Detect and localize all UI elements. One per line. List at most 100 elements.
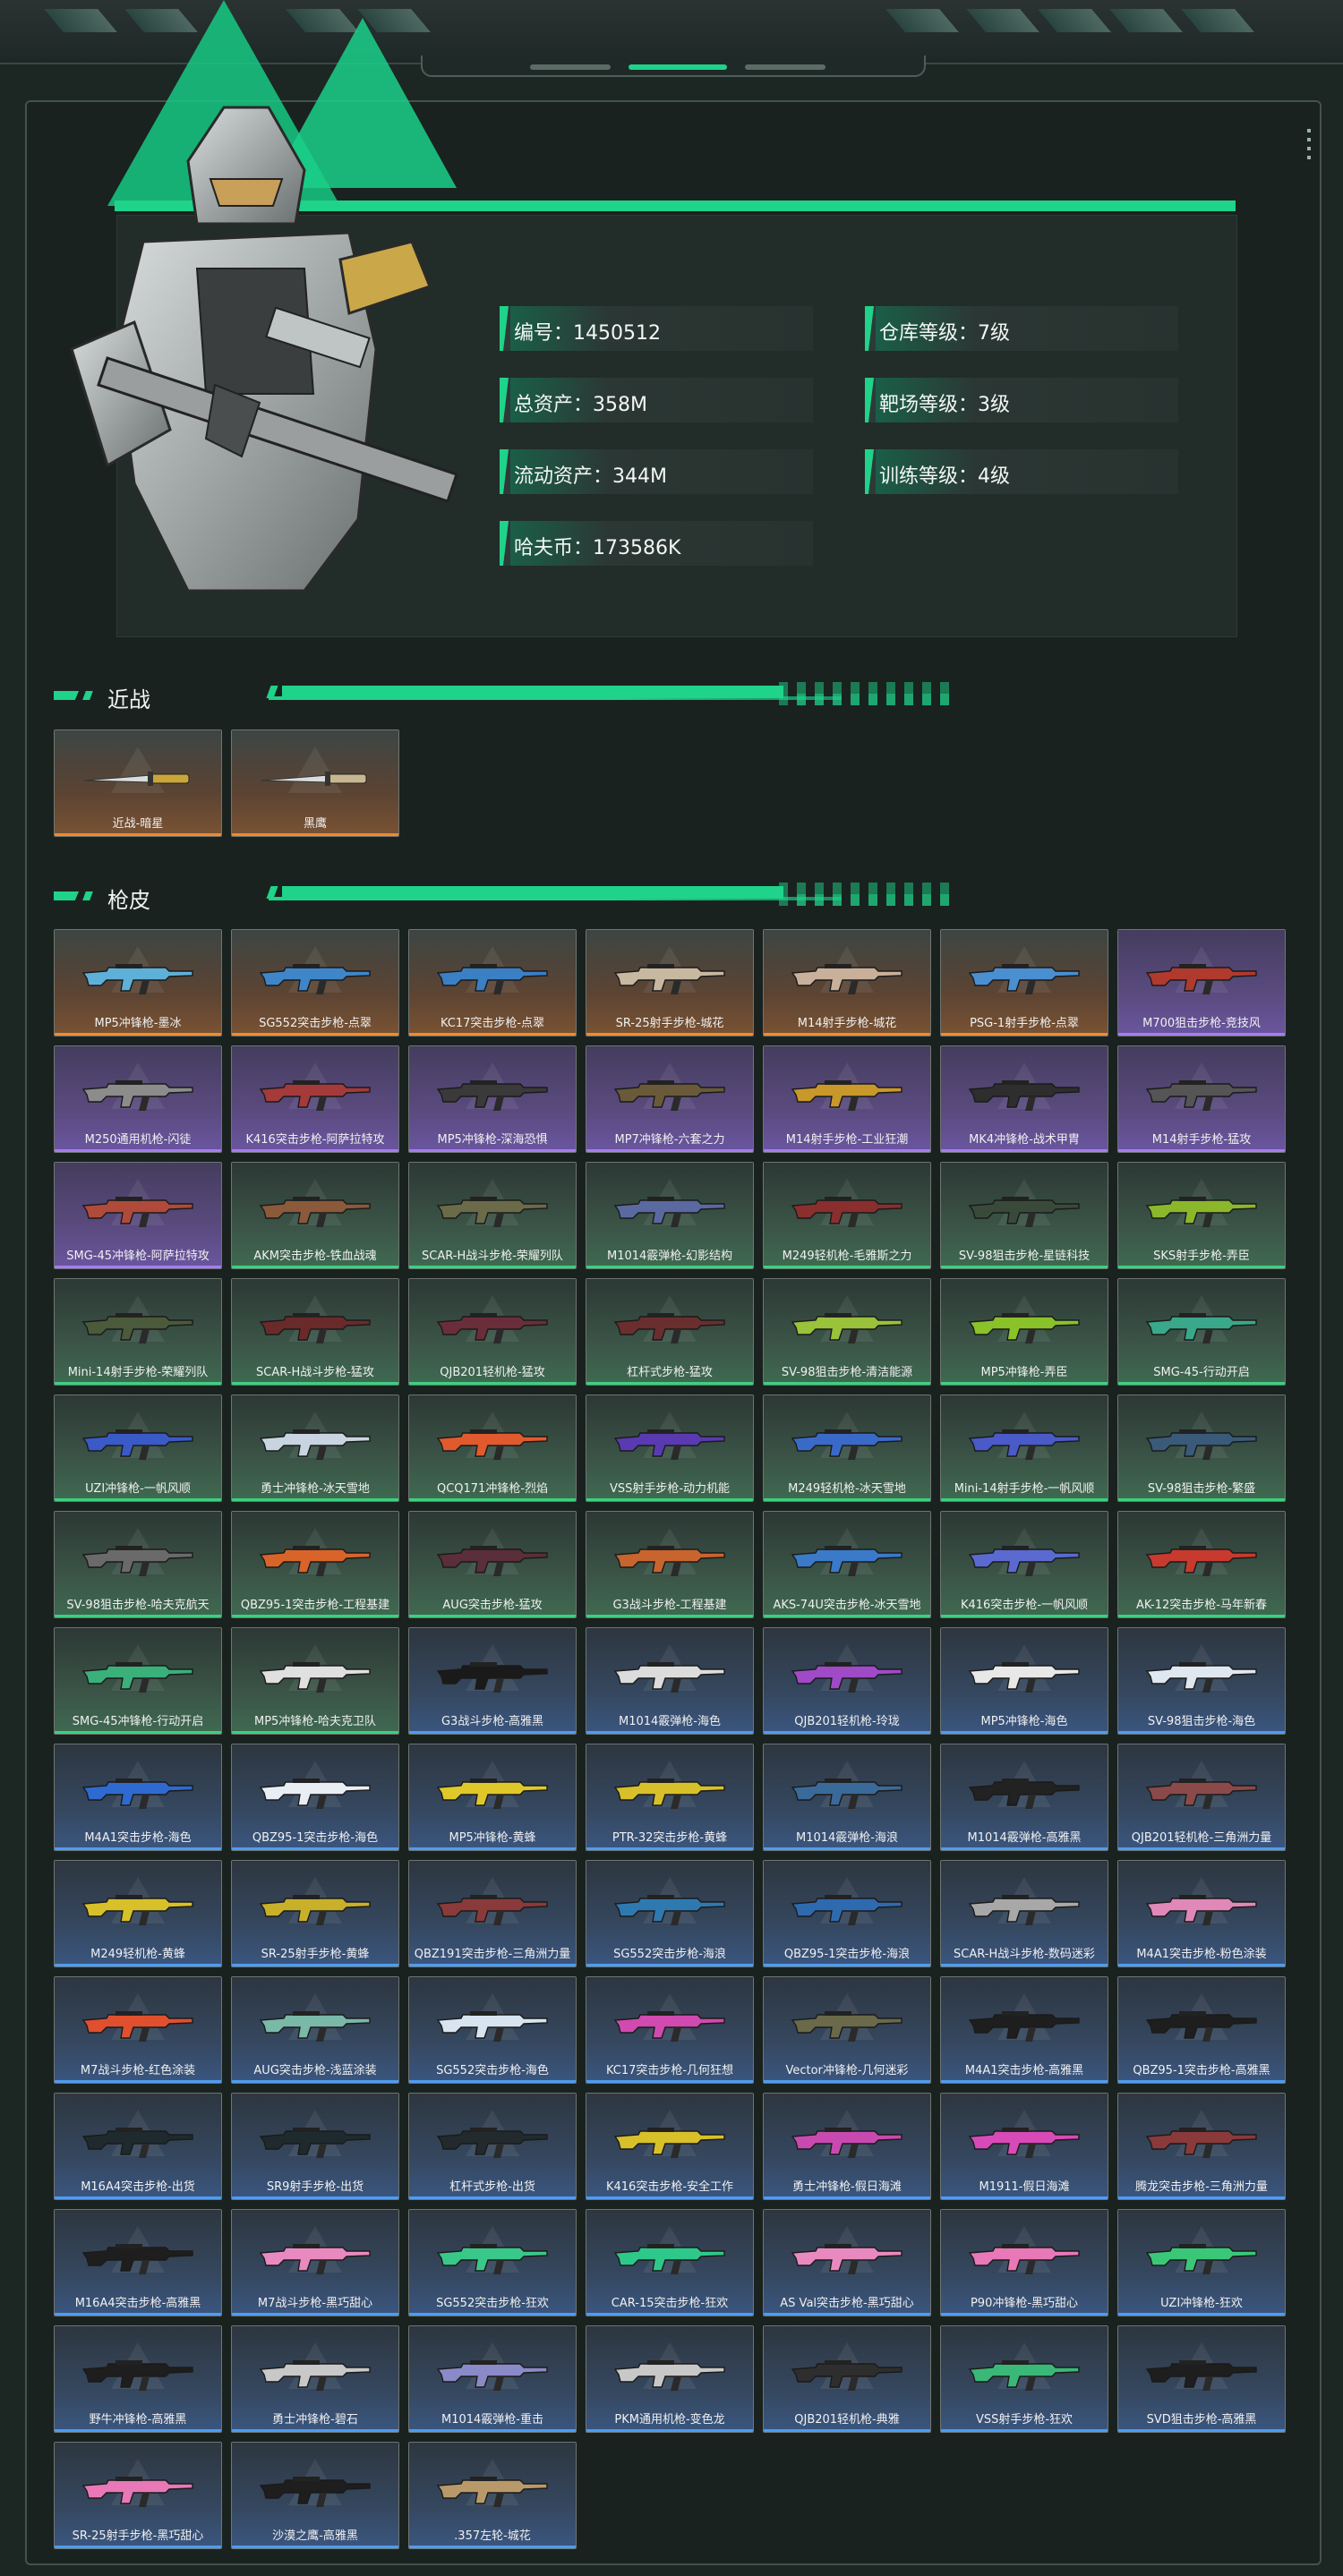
skin-card[interactable]: VSS射手步枪-动力机能 [586,1395,754,1502]
skin-card[interactable]: SV-98狙击步枪-繁盛 [1117,1395,1286,1502]
gun-icon [791,1429,902,1460]
skin-card[interactable]: M14射手步枪-猛攻 [1117,1045,1286,1153]
skin-card[interactable]: M700狙击步枪-竞技风 [1117,929,1286,1036]
skin-card[interactable]: SG552突击步枪-海浪 [586,1860,754,1967]
skin-card[interactable]: SKS射手步枪-弄臣 [1117,1162,1286,1269]
skin-card[interactable]: MP5冲锋枪-海色 [940,1627,1108,1735]
skin-card[interactable]: QBZ95-1突击步枪-海色 [231,1744,399,1851]
skin-card[interactable]: M14射手步枪-城花 [763,929,931,1036]
skin-card[interactable]: Mini-14射手步枪-荣耀列队 [54,1278,222,1386]
skin-card[interactable]: SV-98狙击步枪-清洁能源 [763,1278,931,1386]
skin-card[interactable]: MP5冲锋枪-黄蜂 [408,1744,577,1851]
skin-card[interactable]: VSS射手步枪-狂欢 [940,2325,1108,2433]
skin-card[interactable]: AKM突击步枪-铁血战魂 [231,1162,399,1269]
skin-card[interactable]: M250通用机枪-闪徒 [54,1045,222,1153]
skin-card[interactable]: G3战斗步枪-高雅黑 [408,1627,577,1735]
skin-card[interactable]: SV-98狙击步枪-海色 [1117,1627,1286,1735]
skin-card[interactable]: AUG突击步枪-浅蓝涂装 [231,1976,399,2084]
skin-card[interactable]: PTR-32突击步枪-黄蜂 [586,1744,754,1851]
skin-card[interactable]: SR9射手步枪-出货 [231,2093,399,2200]
scroll-indicator[interactable] [1307,129,1311,165]
skin-card[interactable]: 勇士冲锋枪-碧石 [231,2325,399,2433]
skin-card[interactable]: M7战斗步枪-黑巧甜心 [231,2209,399,2316]
card-label: K416突击步枪-一帆风顺 [960,1599,1089,1612]
skin-card[interactable]: QJB201轻机枪-猛攻 [408,1278,577,1386]
skin-card[interactable]: AKS-74U突击步枪-冰天雪地 [763,1511,931,1618]
skin-card[interactable]: P90冲锋枪-黑巧甜心 [940,2209,1108,2316]
skin-card[interactable]: QBZ95-1突击步枪-海浪 [763,1860,931,1967]
skin-card[interactable]: MP5冲锋枪-哈夫克卫队 [231,1627,399,1735]
skin-card[interactable]: K416突击步枪-安全工作 [586,2093,754,2200]
skin-card[interactable]: M7战斗步枪-红色涂装 [54,1976,222,2084]
skin-card[interactable]: MP5冲锋枪-深海恐惧 [408,1045,577,1153]
skin-card[interactable]: Mini-14射手步枪-一帆风顺 [940,1395,1108,1502]
skin-card[interactable]: QJB201轻机枪-三角洲力量 [1117,1744,1286,1851]
skin-card[interactable]: SV-98狙击步枪-哈夫克航天 [54,1511,222,1618]
skin-card[interactable]: .357左轮-城花 [408,2442,577,2549]
skin-card[interactable]: SVD狙击步枪-高雅黑 [1117,2325,1286,2433]
skin-card[interactable]: CAR-15突击步枪-狂欢 [586,2209,754,2316]
skin-card[interactable]: 杠杆式步枪-出货 [408,2093,577,2200]
skin-card[interactable]: MP7冲锋枪-六套之力 [586,1045,754,1153]
skin-card[interactable]: 沙漠之鹰-高雅黑 [231,2442,399,2549]
skin-card[interactable]: M16A4突击步枪-高雅黑 [54,2209,222,2316]
skin-card[interactable]: SR-25射手步枪-黑巧甜心 [54,2442,222,2549]
skin-card[interactable]: M4A1突击步枪-粉色涂装 [1117,1860,1286,1967]
skin-card[interactable]: Vector冲锋枪-几何迷彩 [763,1976,931,2084]
skin-card[interactable]: 勇士冲锋枪-冰天雪地 [231,1395,399,1502]
skin-card[interactable]: 腾龙突击步枪-三角洲力量 [1117,2093,1286,2200]
skin-card[interactable]: K416突击步枪-阿萨拉特攻 [231,1045,399,1153]
skin-card[interactable]: SV-98狙击步枪-星链科技 [940,1162,1108,1269]
skin-card[interactable]: M1014霰弹枪-幻影结构 [586,1162,754,1269]
skin-card[interactable]: M249轻机枪-冰天雪地 [763,1395,931,1502]
skin-card[interactable]: SMG-45-行动开启 [1117,1278,1286,1386]
skin-card[interactable]: SMG-45冲锋枪-阿萨拉特攻 [54,1162,222,1269]
skin-card[interactable]: MP5冲锋枪-弄臣 [940,1278,1108,1386]
skin-card[interactable]: M249轻机枪-毛雅斯之力 [763,1162,931,1269]
skin-card[interactable]: PKM通用机枪-变色龙 [586,2325,754,2433]
skin-card[interactable]: 勇士冲锋枪-假日海滩 [763,2093,931,2200]
skin-card[interactable]: M1014霰弹枪-高雅黑 [940,1744,1108,1851]
skin-card[interactable]: M14射手步枪-工业狂潮 [763,1045,931,1153]
skin-card[interactable]: UZI冲锋枪-狂欢 [1117,2209,1286,2316]
melee-card[interactable]: 黑鹰 [231,729,399,837]
skin-card[interactable]: M16A4突击步枪-出货 [54,2093,222,2200]
skin-card[interactable]: M4A1突击步枪-海色 [54,1744,222,1851]
skin-card[interactable]: QJB201轻机枪-玲珑 [763,1627,931,1735]
skin-card[interactable]: QBZ191突击步枪-三角洲力量 [408,1860,577,1967]
skin-card[interactable]: UZI冲锋枪-一帆风顺 [54,1395,222,1502]
skin-card[interactable]: AK-12突击步枪-马年新春 [1117,1511,1286,1618]
skin-card[interactable]: 杠杆式步枪-猛攻 [586,1278,754,1386]
skin-card[interactable]: SG552突击步枪-狂欢 [408,2209,577,2316]
skin-card[interactable]: SMG-45冲锋枪-行动开启 [54,1627,222,1735]
skin-card[interactable]: M249轻机枪-黄蜂 [54,1860,222,1967]
skin-card[interactable]: SCAR-H战斗步枪-猛攻 [231,1278,399,1386]
skin-card[interactable]: SG552突击步枪-点翠 [231,929,399,1036]
skin-card[interactable]: SR-25射手步枪-黄蜂 [231,1860,399,1967]
skin-card[interactable]: SCAR-H战斗步枪-荣耀列队 [408,1162,577,1269]
skin-card[interactable]: PSG-1射手步枪-点翠 [940,929,1108,1036]
skin-card[interactable]: 野牛冲锋枪-高雅黑 [54,2325,222,2433]
skin-card[interactable]: KC17突击步枪-几何狂想 [586,1976,754,2084]
gun-icon [613,2244,725,2274]
melee-card[interactable]: 近战-暗星 [54,729,222,837]
skin-card[interactable]: M1014霰弹枪-海色 [586,1627,754,1735]
skin-card[interactable]: AUG突击步枪-猛攻 [408,1511,577,1618]
skin-card[interactable]: KC17突击步枪-点翠 [408,929,577,1036]
skin-card[interactable]: QJB201轻机枪-典雅 [763,2325,931,2433]
skin-card[interactable]: M4A1突击步枪-高雅黑 [940,1976,1108,2084]
skin-card[interactable]: G3战斗步枪-工程基建 [586,1511,754,1618]
skin-card[interactable]: QBZ95-1突击步枪-高雅黑 [1117,1976,1286,2084]
skin-card[interactable]: K416突击步枪-一帆风顺 [940,1511,1108,1618]
skin-card[interactable]: SCAR-H战斗步枪-数码迷彩 [940,1860,1108,1967]
skin-card[interactable]: AS Val突击步枪-黑巧甜心 [763,2209,931,2316]
skin-card[interactable]: SG552突击步枪-海色 [408,1976,577,2084]
skin-card[interactable]: SR-25射手步枪-城花 [586,929,754,1036]
skin-card[interactable]: M1911-假日海滩 [940,2093,1108,2200]
skin-card[interactable]: QCQ171冲锋枪-烈焰 [408,1395,577,1502]
skin-card[interactable]: M1014霰弹枪-重击 [408,2325,577,2433]
skin-card[interactable]: QBZ95-1突击步枪-工程基建 [231,1511,399,1618]
skin-card[interactable]: MK4冲锋枪-战术甲胄 [940,1045,1108,1153]
skin-card[interactable]: M1014霰弹枪-海浪 [763,1744,931,1851]
skin-card[interactable]: MP5冲锋枪-墨冰 [54,929,222,1036]
